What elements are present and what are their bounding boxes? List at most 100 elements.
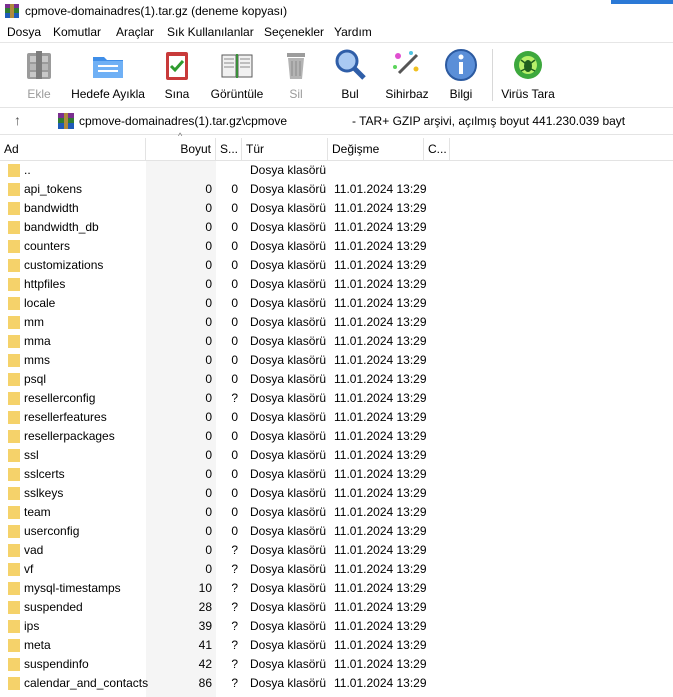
row-type: Dosya klasörü <box>250 657 327 671</box>
row-type: Dosya klasörü <box>250 391 327 405</box>
row-size: 0 <box>205 201 212 215</box>
list-item[interactable]: customizations 0 0 Dosya klasörü 11.01.2024 … <box>0 256 673 275</box>
folder-icon <box>8 639 20 652</box>
list-item[interactable]: vf 0? Dosya klasörü 11.01.2024 13:29 <box>0 560 673 579</box>
list-item[interactable]: suspendinfo 42? Dosya klasörü 11.01.2024 13… <box>0 655 673 674</box>
delete-label: Sil <box>289 87 303 101</box>
menu-file[interactable]: Dosya <box>7 25 41 39</box>
menu-tools[interactable]: Araçlar <box>116 25 154 39</box>
list-item[interactable]: mm 0 0 Dosya klasörü 11.01.2024 13:29 <box>0 313 673 332</box>
list-item[interactable]: bandwidth_db 0 0 Dosya klasörü 11.01.2024 13… <box>0 218 673 237</box>
list-item[interactable]: mysql-timestamps 10? Dosya klasörü 11.01.20… <box>0 579 673 598</box>
row-modified: 11.01.2024 13:29 <box>334 600 427 614</box>
wizard-button[interactable]: Sihirbaz <box>382 45 432 103</box>
row-size: 0 <box>205 448 212 462</box>
folder-icon <box>8 354 20 367</box>
row-packed: 0 <box>231 353 238 367</box>
row-packed: 0 <box>231 258 238 272</box>
column-header-crc[interactable]: C... <box>424 138 450 160</box>
row-type: Dosya klasörü <box>250 410 327 424</box>
row-type: Dosya klasörü <box>250 315 327 329</box>
address-field[interactable]: cpmove-domainadres(1).tar.gz\cpmove - TA… <box>54 110 673 132</box>
list-item[interactable]: suspended 28? Dosya klasörü 11.01.2024 13:2… <box>0 598 673 617</box>
list-item[interactable]: psql 0 0 Dosya klasörü 11.01.2024 13:29 <box>0 370 673 389</box>
row-modified: 11.01.2024 13:29 <box>334 676 427 690</box>
close-button-edge[interactable] <box>611 0 673 4</box>
view-button[interactable]: Görüntüle <box>206 45 268 103</box>
row-type: Dosya klasörü <box>250 581 327 595</box>
wizard-label: Sihirbaz <box>385 87 429 101</box>
folder-icon <box>8 677 20 690</box>
column-header-modified[interactable]: Değişme <box>328 138 424 160</box>
list-item[interactable]: ips 39? Dosya klasörü 11.01.2024 13:29 <box>0 617 673 636</box>
row-size: 0 <box>205 467 212 481</box>
row-name: bandwidth <box>24 201 79 215</box>
row-type: Dosya klasörü <box>250 505 327 519</box>
row-packed: 0 <box>231 410 238 424</box>
list-item[interactable]: counters 0 0 Dosya klasörü 11.01.2024 13:29 <box>0 237 673 256</box>
menu-commands[interactable]: Komutlar <box>53 25 101 39</box>
column-header-size[interactable]: Boyut <box>146 138 216 160</box>
list-item[interactable]: httpfiles 0 0 Dosya klasörü 11.01.2024 13:29 <box>0 275 673 294</box>
list-item[interactable]: ssl 0 0 Dosya klasörü 11.01.2024 13:29 <box>0 446 673 465</box>
row-packed: 0 <box>231 486 238 500</box>
row-modified: 11.01.2024 13:29 <box>334 220 427 234</box>
up-arrow-icon[interactable]: ↑ <box>14 112 21 128</box>
list-item[interactable]: calendar_and_contacts 86? Dosya klasörü 11.… <box>0 674 673 693</box>
menu-bar: Dosya Komutlar Araçlar Sık Kullanılanlar… <box>0 22 673 43</box>
column-header-packed[interactable]: S... <box>216 138 242 160</box>
test-label: Sına <box>164 87 190 101</box>
list-item[interactable]: meta 41? Dosya klasörü 11.01.2024 13:29 <box>0 636 673 655</box>
virus-scan-button[interactable]: Virüs Tara <box>500 45 556 103</box>
column-header-type[interactable]: Tür <box>242 138 328 160</box>
row-modified: 11.01.2024 13:29 <box>334 372 427 386</box>
row-name: sslcerts <box>24 467 65 481</box>
window-title: cpmove-domainadres(1).tar.gz (deneme kop… <box>25 4 288 18</box>
find-button[interactable]: Bul <box>330 45 370 103</box>
list-item[interactable]: mms 0 0 Dosya klasörü 11.01.2024 13:29 <box>0 351 673 370</box>
folder-icon <box>8 221 20 234</box>
folder-icon <box>8 202 20 215</box>
row-size: 39 <box>198 619 212 633</box>
extract-to-button[interactable]: Hedefe Ayıkla <box>70 45 146 103</box>
list-item[interactable]: mma 0 0 Dosya klasörü 11.01.2024 13:29 <box>0 332 673 351</box>
list-item[interactable]: .. Dosya klasörü <box>0 161 673 180</box>
row-size: 28 <box>198 600 212 614</box>
list-item[interactable]: sslkeys 0 0 Dosya klasörü 11.01.2024 13:29 <box>0 484 673 503</box>
list-item[interactable]: userconfig 0 0 Dosya klasörü 11.01.2024 13:2… <box>0 522 673 541</box>
row-size: 0 <box>205 410 212 424</box>
folder-icon <box>8 487 20 500</box>
row-modified: 11.01.2024 13:29 <box>334 486 427 500</box>
row-type: Dosya klasörü <box>250 353 327 367</box>
virus-scan-label: Virüs Tara <box>501 87 555 101</box>
add-button[interactable]: Ekle <box>12 45 66 103</box>
folder-icon <box>8 658 20 671</box>
delete-button[interactable]: Sil <box>276 45 316 103</box>
list-item[interactable]: api_tokens 0 0 Dosya klasörü 11.01.2024 13:2… <box>0 180 673 199</box>
row-name: team <box>24 505 51 519</box>
list-item[interactable]: vad 0? Dosya klasörü 11.01.2024 13:29 <box>0 541 673 560</box>
row-type: Dosya klasörü <box>250 676 327 690</box>
row-name: httpfiles <box>24 277 66 291</box>
test-button[interactable]: Sına <box>156 45 198 103</box>
column-header-size-label: Boyut <box>180 142 211 156</box>
menu-favorites[interactable]: Sık Kullanılanlar <box>167 25 254 39</box>
list-item[interactable]: locale 0 0 Dosya klasörü 11.01.2024 13:29 <box>0 294 673 313</box>
folder-icon <box>8 449 20 462</box>
row-name: meta <box>24 638 51 652</box>
address-path[interactable]: cpmove-domainadres(1).tar.gz\cpmove <box>79 114 341 128</box>
info-button[interactable]: Bilgi <box>442 45 480 103</box>
list-item[interactable]: resellerfeatures 0 0 Dosya klasörü 11.01.202… <box>0 408 673 427</box>
list-item[interactable]: resellerpackages 0 0 Dosya klasörü 11.01.202… <box>0 427 673 446</box>
row-size: 41 <box>198 638 212 652</box>
row-type: Dosya klasörü <box>250 182 327 196</box>
row-modified: 11.01.2024 13:29 <box>334 543 427 557</box>
list-item[interactable]: bandwidth 0 0 Dosya klasörü 11.01.2024 13:29 <box>0 199 673 218</box>
menu-options[interactable]: Seçenekler <box>264 25 324 39</box>
list-item[interactable]: sslcerts 0 0 Dosya klasörü 11.01.2024 13:29 <box>0 465 673 484</box>
list-item[interactable]: resellerconfig 0? Dosya klasörü 11.01.2024 … <box>0 389 673 408</box>
list-item[interactable]: team 0 0 Dosya klasörü 11.01.2024 13:29 <box>0 503 673 522</box>
column-header-name[interactable]: Ad <box>0 138 146 160</box>
row-type: Dosya klasörü <box>250 334 327 348</box>
menu-help[interactable]: Yardım <box>334 25 372 39</box>
